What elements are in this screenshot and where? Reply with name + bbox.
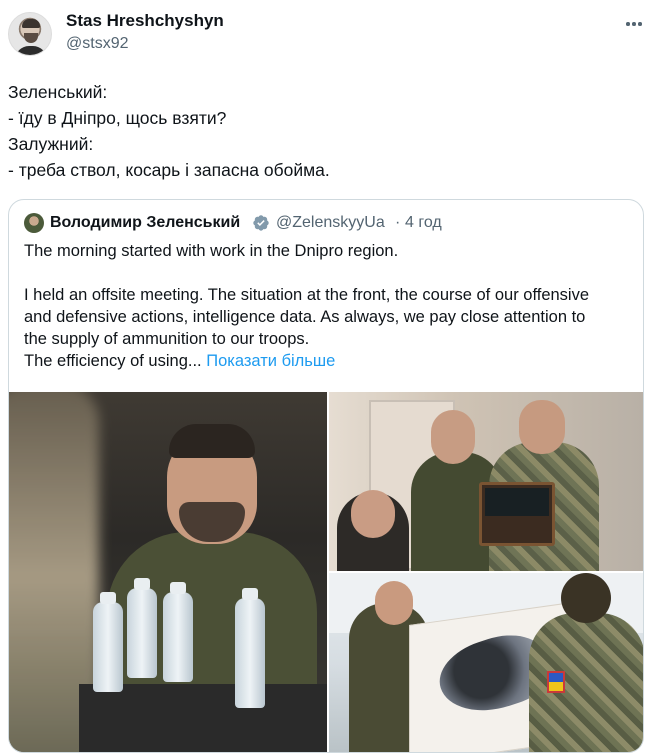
quoted-text-line: The morning started with work in the Dni… (24, 242, 399, 260)
quoted-text-last-line: The efficiency of using... Показати біль… (24, 350, 634, 372)
show-more-link[interactable]: Показати більше (206, 352, 335, 370)
tweet-text-line: Залужний: (8, 134, 94, 154)
media-grid (9, 392, 643, 752)
quoted-tweet-text: The morning started with work in the Dni… (24, 240, 634, 372)
photo-meeting[interactable] (9, 392, 327, 752)
quoted-text-line: and defensive actions, intelligence data… (24, 308, 586, 326)
more-options-button[interactable] (622, 14, 646, 34)
quoted-timestamp[interactable]: 4 год (405, 214, 442, 232)
verified-badge-icon (253, 215, 269, 231)
author-handle[interactable]: @stsx92 (66, 35, 128, 53)
avatar-shirt (15, 46, 47, 55)
quoted-author-name[interactable]: Володимир Зеленський (50, 214, 240, 232)
quoted-text-line: the supply of ammunition to our troops. (24, 330, 310, 348)
tweet-text-line: Зеленський: (8, 82, 108, 102)
quoted-text-spacer (24, 262, 634, 284)
avatar-hair (22, 19, 40, 28)
quoted-author-avatar[interactable] (24, 213, 44, 233)
more-horizontal-icon (626, 22, 642, 26)
avatar-beard (24, 33, 38, 43)
photo-painting[interactable] (329, 573, 643, 752)
tweet: Stas Hreshchyshyn @stsx92 Зеленський: - … (0, 0, 652, 753)
meta-separator: · (395, 214, 401, 231)
quoted-tweet-card[interactable]: Володимир Зеленський @ZelenskyyUa · 4 го… (8, 199, 644, 753)
tweet-text-line: - їду в Дніпро, щось взяти? (8, 108, 227, 128)
author-name[interactable]: Stas Hreshchyshyn (66, 11, 224, 31)
tweet-text-line: - треба ствол, косарь і запасна обойма. (8, 160, 330, 180)
quoted-text-truncated: The efficiency of using... (24, 352, 202, 370)
tweet-text: Зеленський: - їду в Дніпро, щось взяти? … (8, 79, 628, 183)
quoted-text-line: I held an offsite meeting. The situation… (24, 286, 590, 304)
quoted-author-handle[interactable]: @ZelenskyyUa (276, 214, 385, 232)
author-avatar[interactable] (8, 12, 52, 56)
photo-award[interactable] (329, 392, 643, 571)
